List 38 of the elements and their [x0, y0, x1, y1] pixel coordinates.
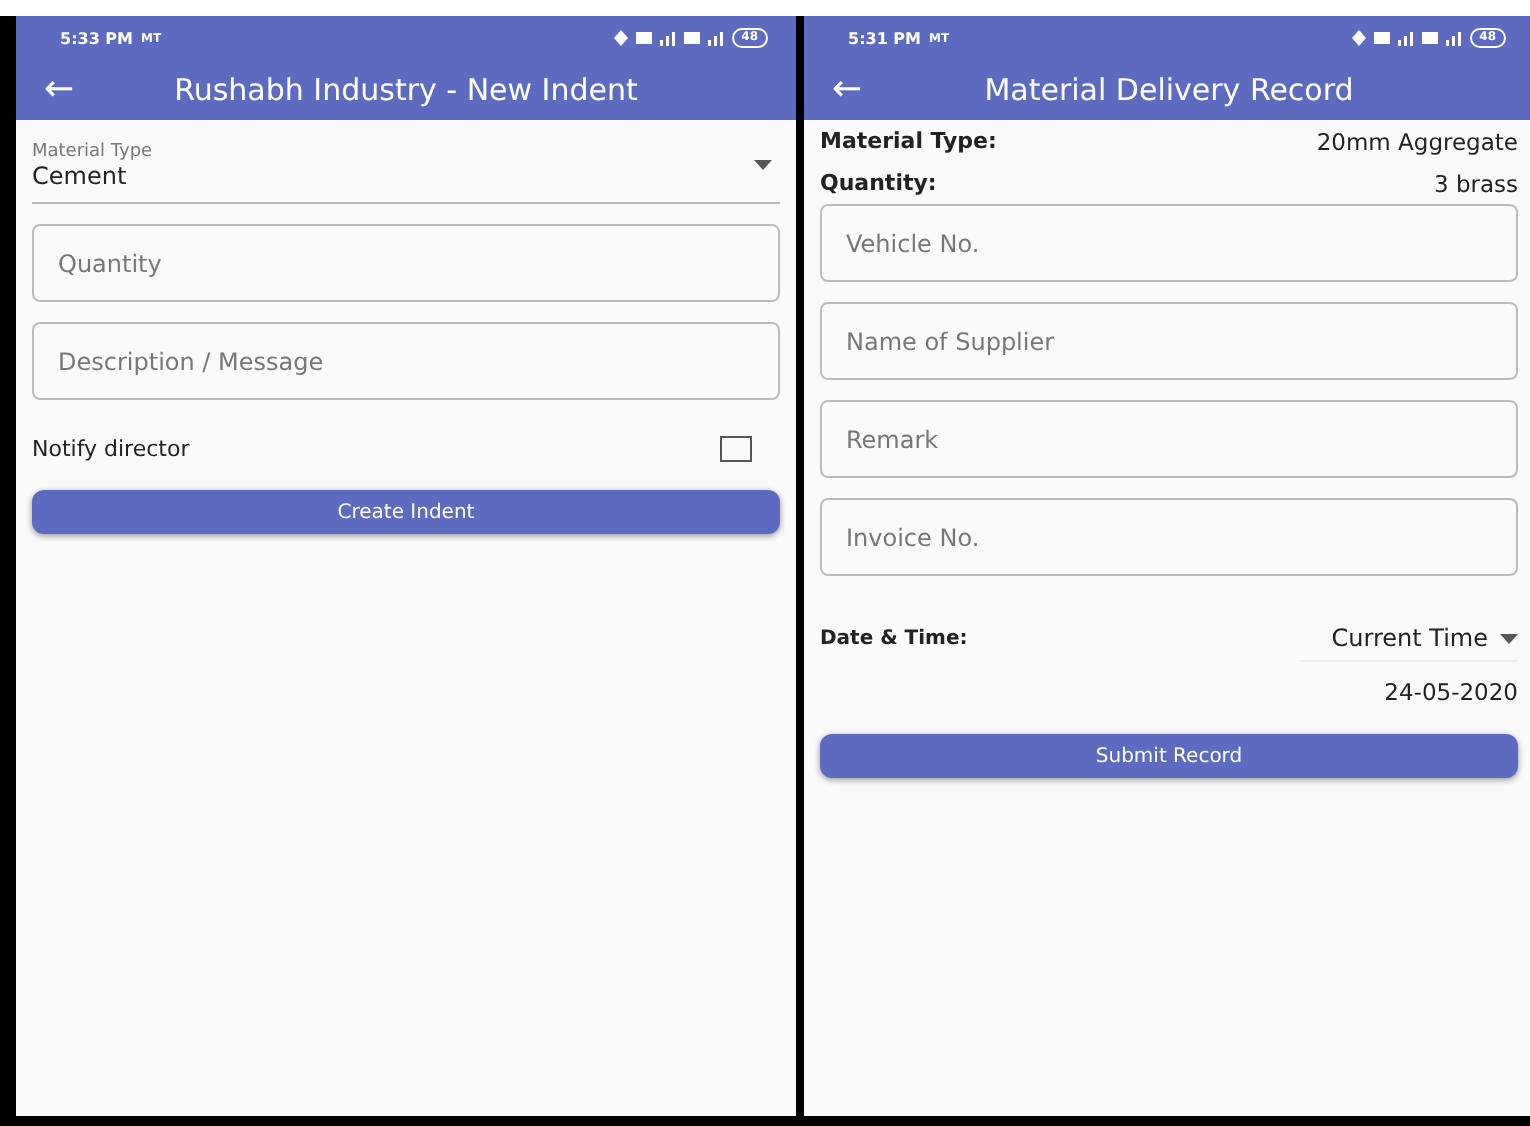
signal-icon	[707, 31, 724, 45]
checkbox-label: Notify director	[32, 436, 190, 462]
network-type-icon	[1421, 32, 1438, 44]
submit-button[interactable]: Submit Record	[820, 734, 1518, 778]
info-label: Material Type:	[820, 128, 997, 154]
info-label: Quantity:	[820, 170, 937, 196]
date-text: 24-05-2020	[1384, 678, 1518, 706]
text-field[interactable]: Remark	[820, 400, 1518, 478]
network-type-icon	[635, 32, 652, 44]
back-button[interactable]: ←	[44, 72, 116, 108]
back-button[interactable]: ←	[832, 72, 904, 108]
info-value: 20mm Aggregate	[1316, 127, 1518, 155]
text-field[interactable]: Vehicle No.	[820, 204, 1518, 282]
caret-icon	[754, 160, 772, 170]
dropdown-value: Cement	[32, 162, 129, 190]
network-type-icon	[1373, 32, 1390, 44]
text-field[interactable]: Invoice No.	[820, 498, 1518, 576]
text-field[interactable]: Quantity	[32, 224, 780, 302]
text-field[interactable]: Description / Message	[32, 322, 780, 400]
material-type-dropdown[interactable]: Material Type Cement	[32, 120, 780, 204]
checkbox[interactable]	[720, 436, 752, 462]
bluetooth-icon	[1351, 30, 1366, 46]
network-type-icon	[683, 32, 700, 44]
info-value: 3 brass	[1433, 169, 1518, 197]
submit-button[interactable]: Create Indent	[32, 490, 780, 534]
time-select[interactable]: Current Time	[1299, 616, 1518, 662]
screen-title: Rushabh Industry - New Indent	[172, 72, 640, 108]
screen-title: Material Delivery Record	[982, 72, 1356, 108]
signal-icon	[1445, 31, 1462, 45]
signal-icon	[1397, 31, 1414, 45]
caret-icon	[1500, 633, 1518, 643]
signal-icon	[659, 31, 676, 45]
status-time: 5:33 PM	[60, 29, 134, 47]
text-field[interactable]: Name of Supplier	[820, 302, 1518, 380]
dropdown-label: Material Type	[32, 142, 155, 162]
date-time-label: Date & Time:	[820, 628, 968, 650]
status-time: 5:31 PM	[848, 29, 922, 47]
bluetooth-icon	[613, 30, 628, 46]
